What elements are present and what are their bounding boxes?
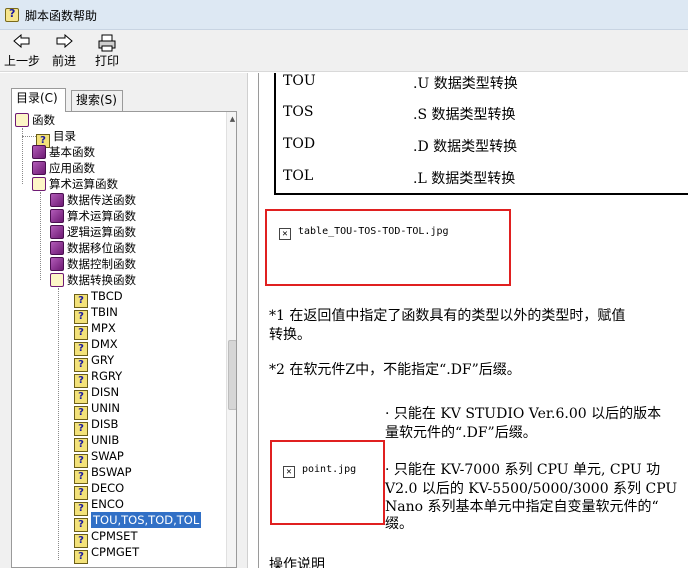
bullet-2: · 只能在 KV-7000 系列 CPU 单元, CPU 功 bbox=[385, 462, 661, 478]
tree-node-root[interactable]: 函数 bbox=[15, 112, 55, 128]
highlight-box bbox=[270, 440, 385, 525]
tree-connector bbox=[22, 136, 36, 137]
tree-node-category[interactable]: 逻辑运算函数 bbox=[50, 224, 136, 240]
tree-node-function[interactable]: ? ENCO bbox=[74, 496, 124, 516]
open-book-icon bbox=[32, 177, 46, 191]
tree-node-arithmetic-functions[interactable]: 算术运算函数 bbox=[32, 176, 118, 192]
tree-node-basic-functions[interactable]: 基本函数 bbox=[32, 144, 95, 160]
printer-icon bbox=[88, 34, 126, 54]
open-book-icon bbox=[50, 273, 64, 287]
bullet-1: · 只能在 KV STUDIO Ver.6.00 以后的版本 bbox=[385, 406, 662, 422]
forward-arrow-icon bbox=[46, 33, 82, 54]
closed-book-icon bbox=[50, 193, 64, 207]
back-arrow-icon bbox=[2, 33, 42, 54]
back-button[interactable]: 上一步 bbox=[2, 33, 42, 70]
tree-node-function[interactable]: ? SWAP bbox=[74, 448, 124, 468]
open-book-icon bbox=[15, 113, 29, 127]
broken-image-icon: ✕ bbox=[283, 466, 295, 478]
toolbar: 上一步 前进 打印 bbox=[0, 30, 688, 72]
tree-node-function[interactable]: ? UNIN bbox=[74, 400, 120, 420]
tree-node-function[interactable]: ? RGRY bbox=[74, 368, 122, 388]
help-app-icon bbox=[5, 7, 19, 22]
tree-node-category[interactable]: 数据转换函数 bbox=[50, 272, 136, 288]
tree-node-function[interactable]: ? MPX bbox=[74, 320, 116, 340]
scrollbar-thumb[interactable] bbox=[228, 340, 236, 410]
tree-node-category[interactable]: 数据移位函数 bbox=[50, 240, 136, 256]
broken-image-point: ✕ point.jpg bbox=[283, 464, 356, 478]
tree-scrollbar[interactable]: ▲ bbox=[226, 112, 236, 567]
highlight-box bbox=[265, 209, 511, 286]
closed-book-icon bbox=[32, 161, 46, 175]
tree-node-function[interactable]: ? UNIB bbox=[74, 432, 119, 452]
back-label: 上一步 bbox=[3, 54, 40, 68]
title-bar: 脚本函数帮助 bbox=[0, 0, 688, 30]
closed-book-icon bbox=[50, 241, 64, 255]
bullet-2-cont: 缀。 bbox=[385, 516, 413, 532]
forward-label: 前进 bbox=[51, 54, 76, 68]
tree-node-function[interactable]: ? DECO bbox=[74, 480, 124, 500]
broken-image-icon: ✕ bbox=[279, 228, 291, 240]
navigation-pane: 目录(C) 搜索(S) 函数 ? 目录 基本函数 应用函数 算术运算函数 数据传送… bbox=[0, 73, 248, 568]
print-button[interactable]: 打印 bbox=[88, 34, 126, 70]
tree-node-function[interactable]: ? CPMGET bbox=[74, 544, 139, 564]
content-pane: TOU .U 数据类型转换 TOS .S 数据类型转换 TOD .D 数据类型转换 T… bbox=[258, 73, 688, 568]
tree-node-function[interactable]: ? CPMSET bbox=[74, 528, 137, 548]
tree-connector bbox=[40, 192, 41, 280]
closed-book-icon bbox=[50, 257, 64, 271]
tree-node-function[interactable]: ? GRY bbox=[74, 352, 114, 372]
tree-node-function[interactable]: ? DISB bbox=[74, 416, 118, 436]
closed-book-icon bbox=[50, 225, 64, 239]
bullet-2-cont: Nano 系列基本单元中指定自变量软元件的“ bbox=[385, 499, 659, 515]
window-title: 脚本函数帮助 bbox=[25, 9, 98, 23]
tree-node-category[interactable]: 算术运算函数 bbox=[50, 208, 136, 224]
footnote-2: *2 在软元件Z中，不能指定“.DF”后缀。 bbox=[269, 362, 521, 378]
tree-node-category[interactable]: 数据传送函数 bbox=[50, 192, 136, 208]
forward-button[interactable]: 前进 bbox=[46, 33, 82, 70]
footnote-1-cont: 转换。 bbox=[269, 327, 311, 343]
help-page-icon: ? bbox=[74, 550, 88, 564]
footnote-1: *1 在返回值中指定了函数具有的类型以外的类型时，赋值 bbox=[269, 308, 626, 324]
tree-connector bbox=[58, 288, 59, 560]
tree-node-function-selected[interactable]: ? TOU,TOS,TOD,TOL bbox=[74, 512, 202, 532]
tab-contents[interactable]: 目录(C) bbox=[11, 88, 66, 112]
tab-search[interactable]: 搜索(S) bbox=[71, 90, 123, 111]
tree-node-function[interactable]: ? DISN bbox=[74, 384, 119, 404]
closed-book-icon bbox=[50, 209, 64, 223]
tree-node-function[interactable]: ? TBCD bbox=[74, 288, 123, 308]
tree-node-function[interactable]: ? BSWAP bbox=[74, 464, 132, 484]
bullet-1-cont: 量软元件的“.DF”后缀。 bbox=[385, 425, 537, 441]
section-heading: 操作说明 bbox=[269, 557, 325, 568]
scroll-up-icon[interactable]: ▲ bbox=[227, 112, 236, 126]
tree-node-contents[interactable]: ? 目录 bbox=[36, 128, 76, 148]
print-label: 打印 bbox=[94, 54, 119, 68]
closed-book-icon bbox=[32, 145, 46, 159]
tree-node-applied-functions[interactable]: 应用函数 bbox=[32, 160, 95, 176]
broken-image-table: ✕ table_TOU-TOS-TOD-TOL.jpg bbox=[279, 226, 449, 240]
contents-tree: 函数 ? 目录 基本函数 应用函数 算术运算函数 数据传送函数 算术运算函数 逻辑… bbox=[11, 111, 237, 568]
tree-node-category[interactable]: 数据控制函数 bbox=[50, 256, 136, 272]
tree-node-function[interactable]: ? TBIN bbox=[74, 304, 118, 324]
tree-node-function[interactable]: ? DMX bbox=[74, 336, 118, 356]
